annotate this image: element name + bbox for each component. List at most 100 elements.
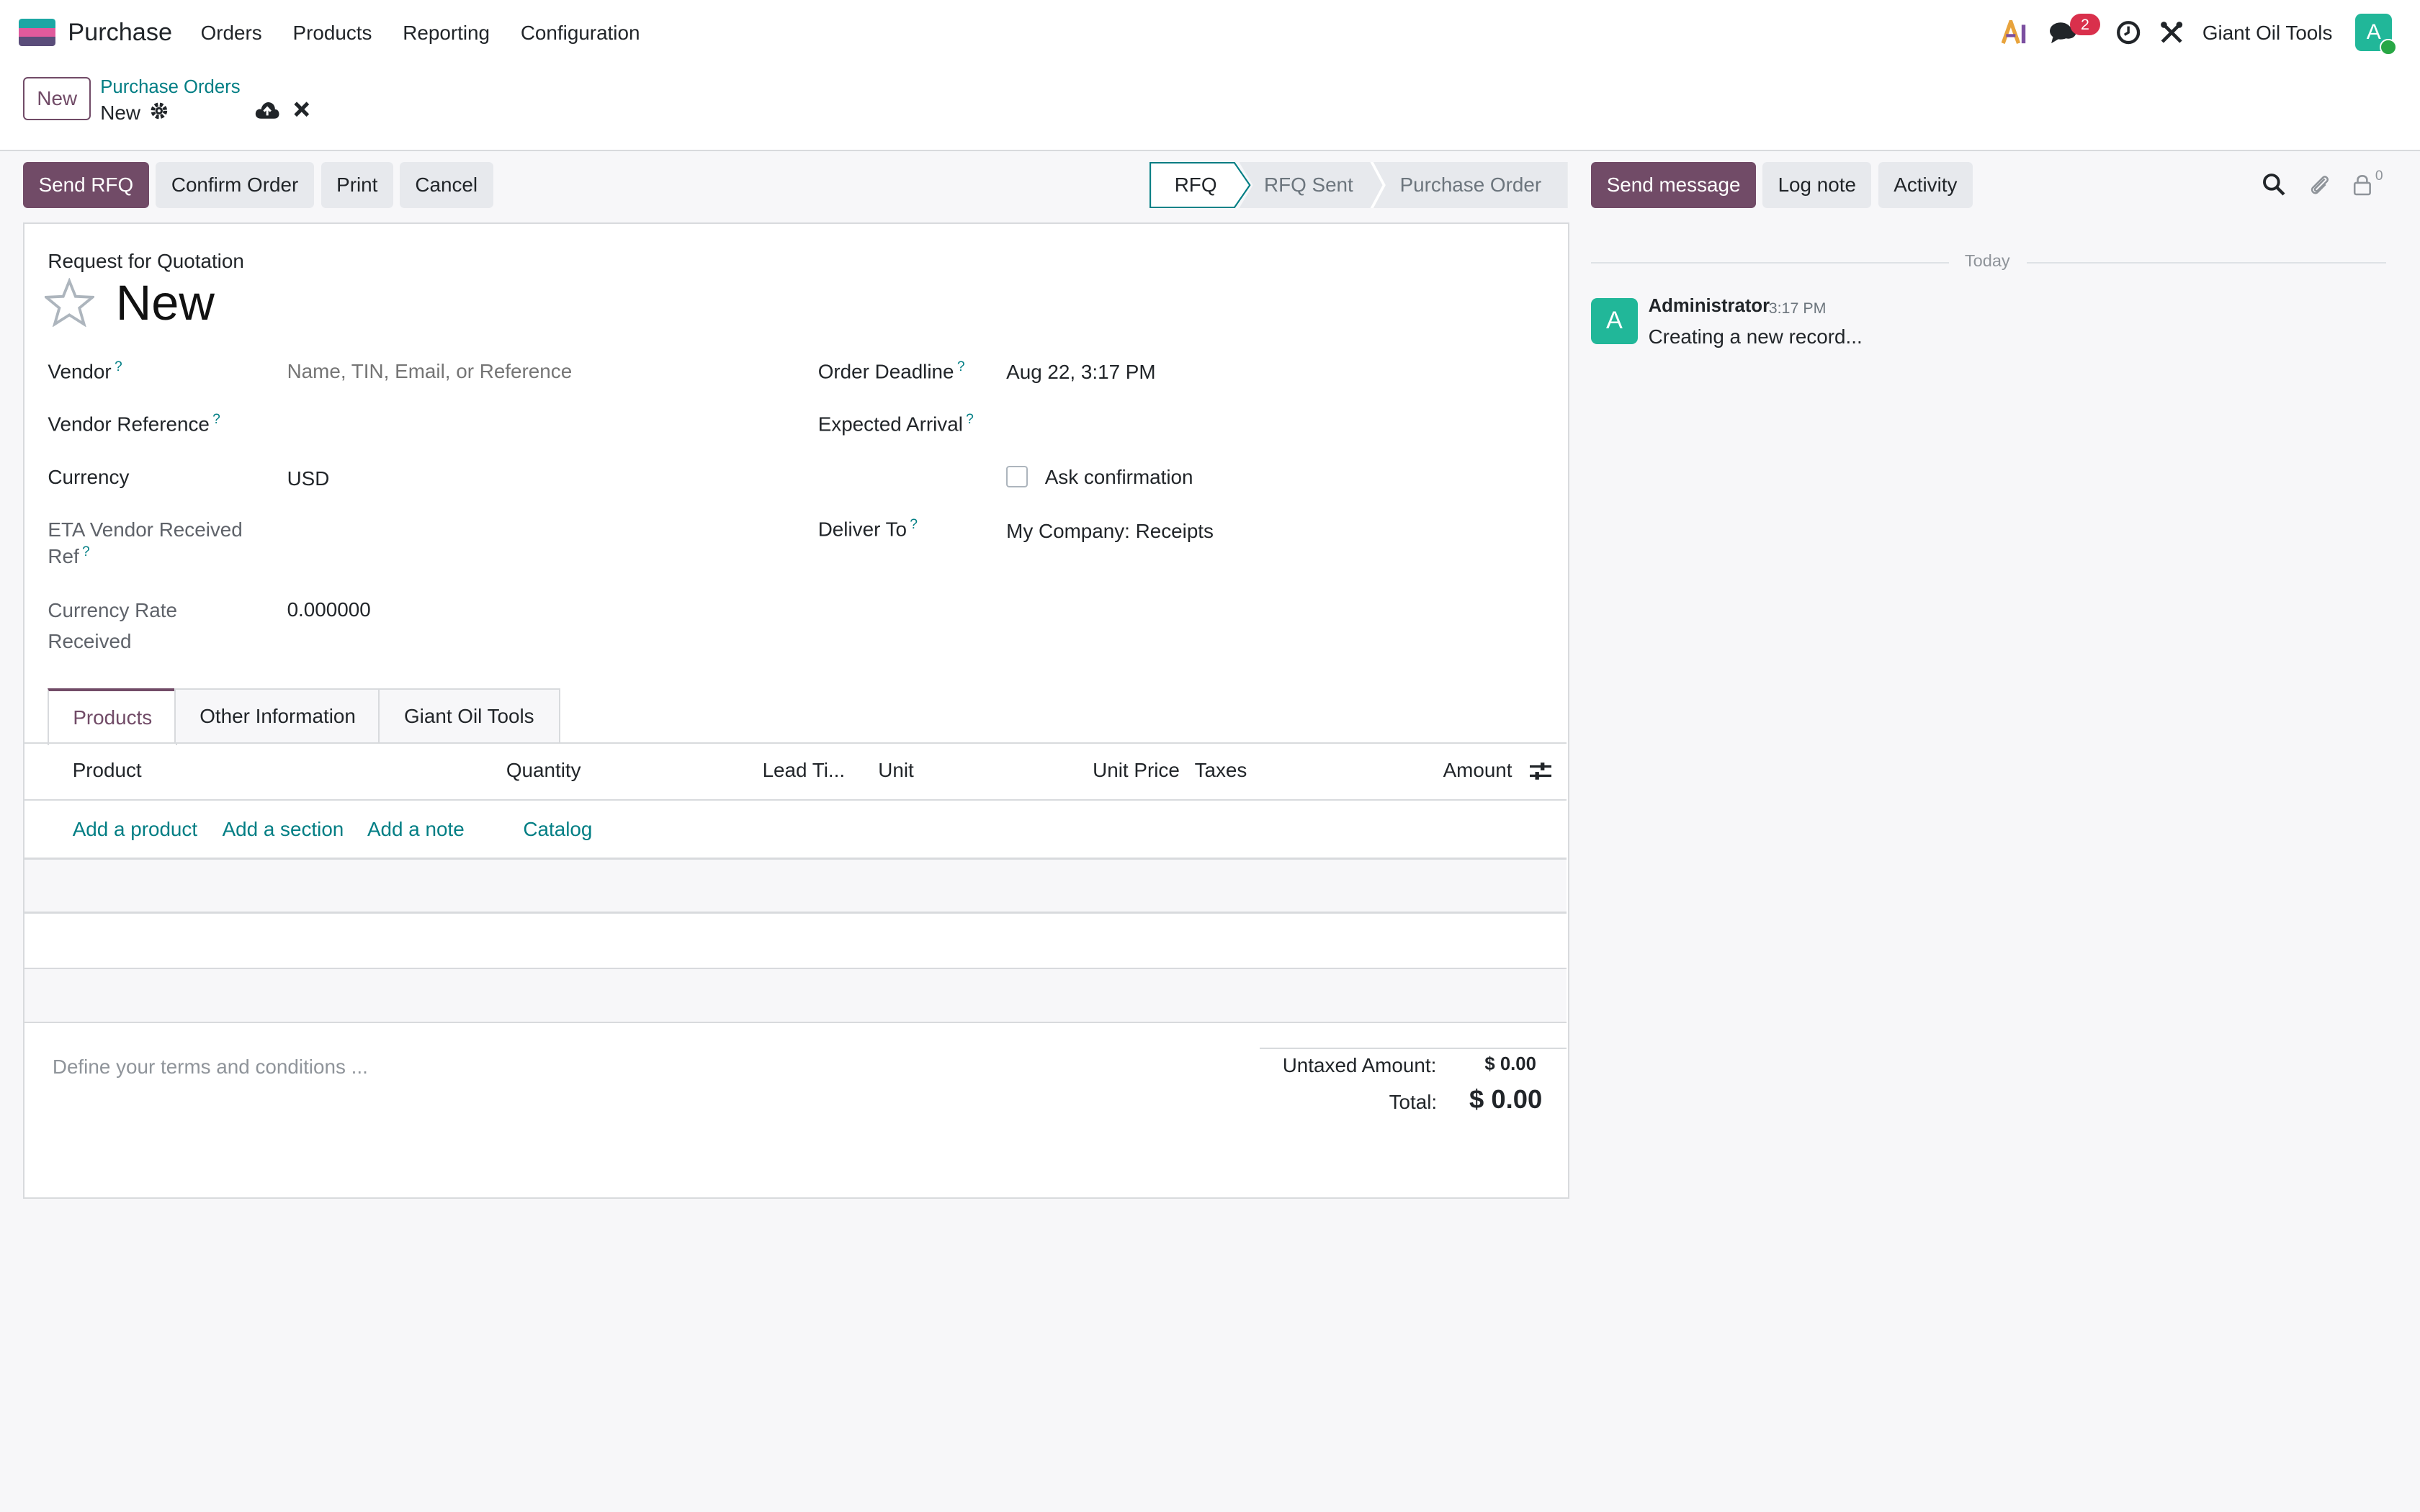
tab-other-information[interactable]: Other Information: [174, 688, 381, 744]
message-author[interactable]: Administrator: [1649, 296, 1770, 317]
date-separator-line: [1591, 262, 1950, 264]
discard-icon[interactable]: [293, 99, 310, 123]
ai-icon[interactable]: [2002, 19, 2030, 47]
vendor-reference-label: Vendor Reference?: [48, 412, 220, 436]
menu-reporting[interactable]: Reporting: [403, 22, 490, 45]
record-title[interactable]: New: [116, 274, 215, 331]
message-body: Creating a new record...: [1648, 325, 1863, 348]
new-record-button[interactable]: New: [23, 77, 91, 121]
deliver-to-value[interactable]: My Company: Receipts: [1006, 520, 1214, 543]
vendor-input[interactable]: [287, 354, 781, 389]
tools-icon[interactable]: [2158, 19, 2186, 47]
currency-rate-received-label: Currency Rate Received: [48, 595, 177, 657]
column-product[interactable]: Product: [73, 759, 142, 782]
vendor-reference-label-text: Vendor Reference: [48, 413, 210, 436]
rate-label-line2: Received: [48, 630, 132, 652]
menu-configuration[interactable]: Configuration: [521, 22, 640, 45]
catalog-link[interactable]: Catalog: [523, 818, 592, 841]
status-bar: RFQ RFQ Sent Purchase Order: [1150, 162, 1569, 209]
tab-giant-oil-tools[interactable]: Giant Oil Tools: [378, 688, 560, 744]
followers-icon[interactable]: [2352, 173, 2374, 197]
row-divider: [23, 1021, 1567, 1023]
expected-arrival-label-text: Expected Arrival: [817, 413, 963, 436]
column-lead-time[interactable]: Lead Ti...: [763, 759, 846, 782]
expected-arrival-input[interactable]: [1006, 404, 1531, 441]
optional-columns-icon[interactable]: [1529, 760, 1551, 782]
send-message-button[interactable]: Send message: [1591, 162, 1756, 209]
control-panel: New Purchase Orders New: [0, 68, 2420, 151]
author-avatar[interactable]: A: [1591, 297, 1638, 344]
totals-divider: [1259, 1048, 1567, 1050]
total-value: $ 0.00: [1469, 1084, 1543, 1115]
breadcrumb-current: New: [100, 102, 140, 125]
menu-products[interactable]: Products: [293, 22, 372, 45]
message-count-badge: 2: [2069, 14, 2101, 36]
add-section-link[interactable]: Add a section: [223, 818, 344, 841]
add-product-link[interactable]: Add a product: [73, 818, 197, 841]
menu-orders[interactable]: Orders: [201, 22, 262, 45]
terms-conditions-input[interactable]: Define your terms and conditions ...: [53, 1056, 368, 1079]
presence-status-icon: [2380, 38, 2397, 55]
vendor-reference-input[interactable]: [287, 404, 781, 441]
breadcrumb-purchase-orders[interactable]: Purchase Orders: [100, 77, 240, 98]
total-label: Total:: [1389, 1091, 1438, 1113]
activity-button[interactable]: Activity: [1878, 162, 1973, 209]
help-tooltip-icon[interactable]: ?: [212, 412, 220, 427]
column-amount[interactable]: Amount: [1443, 759, 1512, 782]
currency-rate-value: 0.000000: [287, 598, 371, 621]
status-rfq-sent[interactable]: RFQ Sent: [1264, 162, 1353, 208]
help-tooltip-icon[interactable]: ?: [910, 517, 918, 532]
cancel-button[interactable]: Cancel: [400, 162, 493, 209]
confirm-order-button[interactable]: Confirm Order: [156, 162, 314, 209]
untaxed-amount-label: Untaxed Amount:: [1282, 1053, 1437, 1076]
date-separator-line: [2026, 262, 2386, 264]
search-icon[interactable]: [2262, 173, 2287, 197]
help-tooltip-icon[interactable]: ?: [966, 412, 974, 427]
expected-arrival-label: Expected Arrival?: [818, 412, 974, 436]
gear-icon[interactable]: [150, 102, 169, 125]
clock-icon[interactable]: [2115, 19, 2143, 47]
log-note-button[interactable]: Log note: [1762, 162, 1872, 209]
follower-count: 0: [2375, 168, 2383, 184]
deliver-to-label-text: Deliver To: [817, 518, 907, 541]
column-unit-price[interactable]: Unit Price: [1093, 759, 1180, 782]
order-deadline-value[interactable]: Aug 22, 3:17 PM: [1006, 361, 1155, 384]
help-tooltip-icon[interactable]: ?: [115, 359, 122, 374]
eta-label-line1: ETA Vendor Received: [48, 518, 243, 541]
app-name[interactable]: Purchase: [68, 19, 172, 47]
company-switcher[interactable]: Giant Oil Tools: [2202, 22, 2333, 45]
column-unit[interactable]: Unit: [878, 759, 914, 782]
vendor-label-text: Vendor: [48, 360, 112, 383]
eta-vendor-received-ref-label: ETA Vendor Received Ref?: [48, 518, 242, 572]
eta-label-line2: Ref: [48, 545, 79, 567]
currency-value[interactable]: USD: [287, 467, 330, 490]
deliver-to-label: Deliver To?: [818, 517, 918, 541]
order-deadline-label-text: Order Deadline: [817, 360, 954, 383]
table-header-divider: [23, 799, 1567, 801]
empty-row: [24, 859, 1567, 912]
document-type-label: Request for Quotation: [48, 250, 244, 273]
tabs-divider: [23, 742, 1567, 744]
ask-confirmation-label: Ask confirmation: [1044, 466, 1193, 489]
currency-label: Currency: [48, 466, 130, 489]
order-deadline-label: Order Deadline?: [818, 359, 965, 383]
print-button[interactable]: Print: [321, 162, 393, 209]
message-time: 3:17 PM: [1768, 299, 1827, 317]
vendor-label: Vendor?: [48, 359, 122, 383]
untaxed-amount-value: $ 0.00: [1484, 1053, 1536, 1074]
star-favorite-icon[interactable]: [42, 276, 97, 328]
help-tooltip-icon[interactable]: ?: [82, 544, 90, 559]
column-quantity[interactable]: Quantity: [506, 759, 581, 782]
help-tooltip-icon[interactable]: ?: [957, 359, 965, 374]
purchase-app-icon[interactable]: [18, 18, 56, 47]
add-note-link[interactable]: Add a note: [367, 818, 465, 841]
status-purchase-order[interactable]: Purchase Order: [1400, 162, 1542, 208]
send-rfq-button[interactable]: Send RFQ: [23, 162, 149, 209]
column-taxes[interactable]: Taxes: [1195, 759, 1247, 782]
status-rfq[interactable]: RFQ: [1175, 162, 1217, 208]
paperclip-icon[interactable]: [2308, 173, 2332, 197]
tab-products[interactable]: Products: [48, 688, 178, 745]
ask-confirmation-checkbox[interactable]: [1006, 466, 1028, 487]
row-divider: [23, 912, 1567, 914]
save-cloud-icon[interactable]: [255, 100, 279, 122]
